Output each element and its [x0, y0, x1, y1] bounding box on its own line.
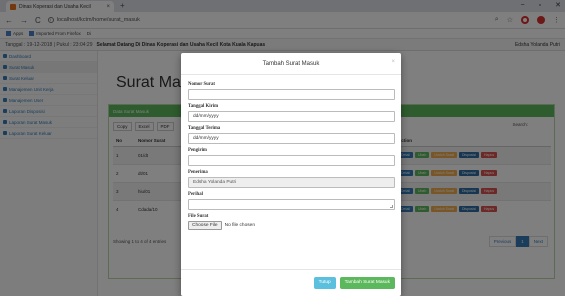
tanggal-kirim-input[interactable]: dd/mm/yyyy — [188, 111, 395, 122]
file-status: No file chosen — [224, 223, 256, 228]
file-surat-label: File Surat — [188, 214, 209, 219]
modal-close-icon[interactable]: × — [391, 59, 395, 65]
pengirim-input[interactable] — [188, 155, 395, 166]
tanggal-terima-input[interactable]: dd/mm/yyyy — [188, 133, 395, 144]
nomor-surat-label: Nomor Surat — [188, 82, 215, 87]
tanggal-kirim-label: Tanggal Kirim — [188, 104, 219, 109]
tambah-surat-button[interactable]: Tambah Surat Masuk — [339, 277, 395, 289]
tutup-button[interactable]: Tutup — [313, 277, 336, 289]
tanggal-terima-label: Tanggal Terima — [188, 126, 221, 131]
add-surat-modal: Tambah Surat Masuk × Nomor Surat Tanggal… — [181, 53, 401, 296]
perihal-textarea[interactable] — [188, 199, 395, 210]
penerima-label: Penerima — [188, 170, 208, 175]
nomor-surat-input[interactable] — [188, 89, 395, 100]
choose-file-button[interactable]: Choose File — [188, 221, 222, 230]
perihal-label: Perihal — [188, 192, 203, 197]
pengirim-label: Pengirim — [188, 148, 207, 153]
modal-title: Tambah Surat Masuk — [262, 60, 320, 67]
penerima-input: Edsha Yolanda Putri — [188, 177, 395, 188]
resize-grip-icon[interactable] — [390, 205, 393, 208]
